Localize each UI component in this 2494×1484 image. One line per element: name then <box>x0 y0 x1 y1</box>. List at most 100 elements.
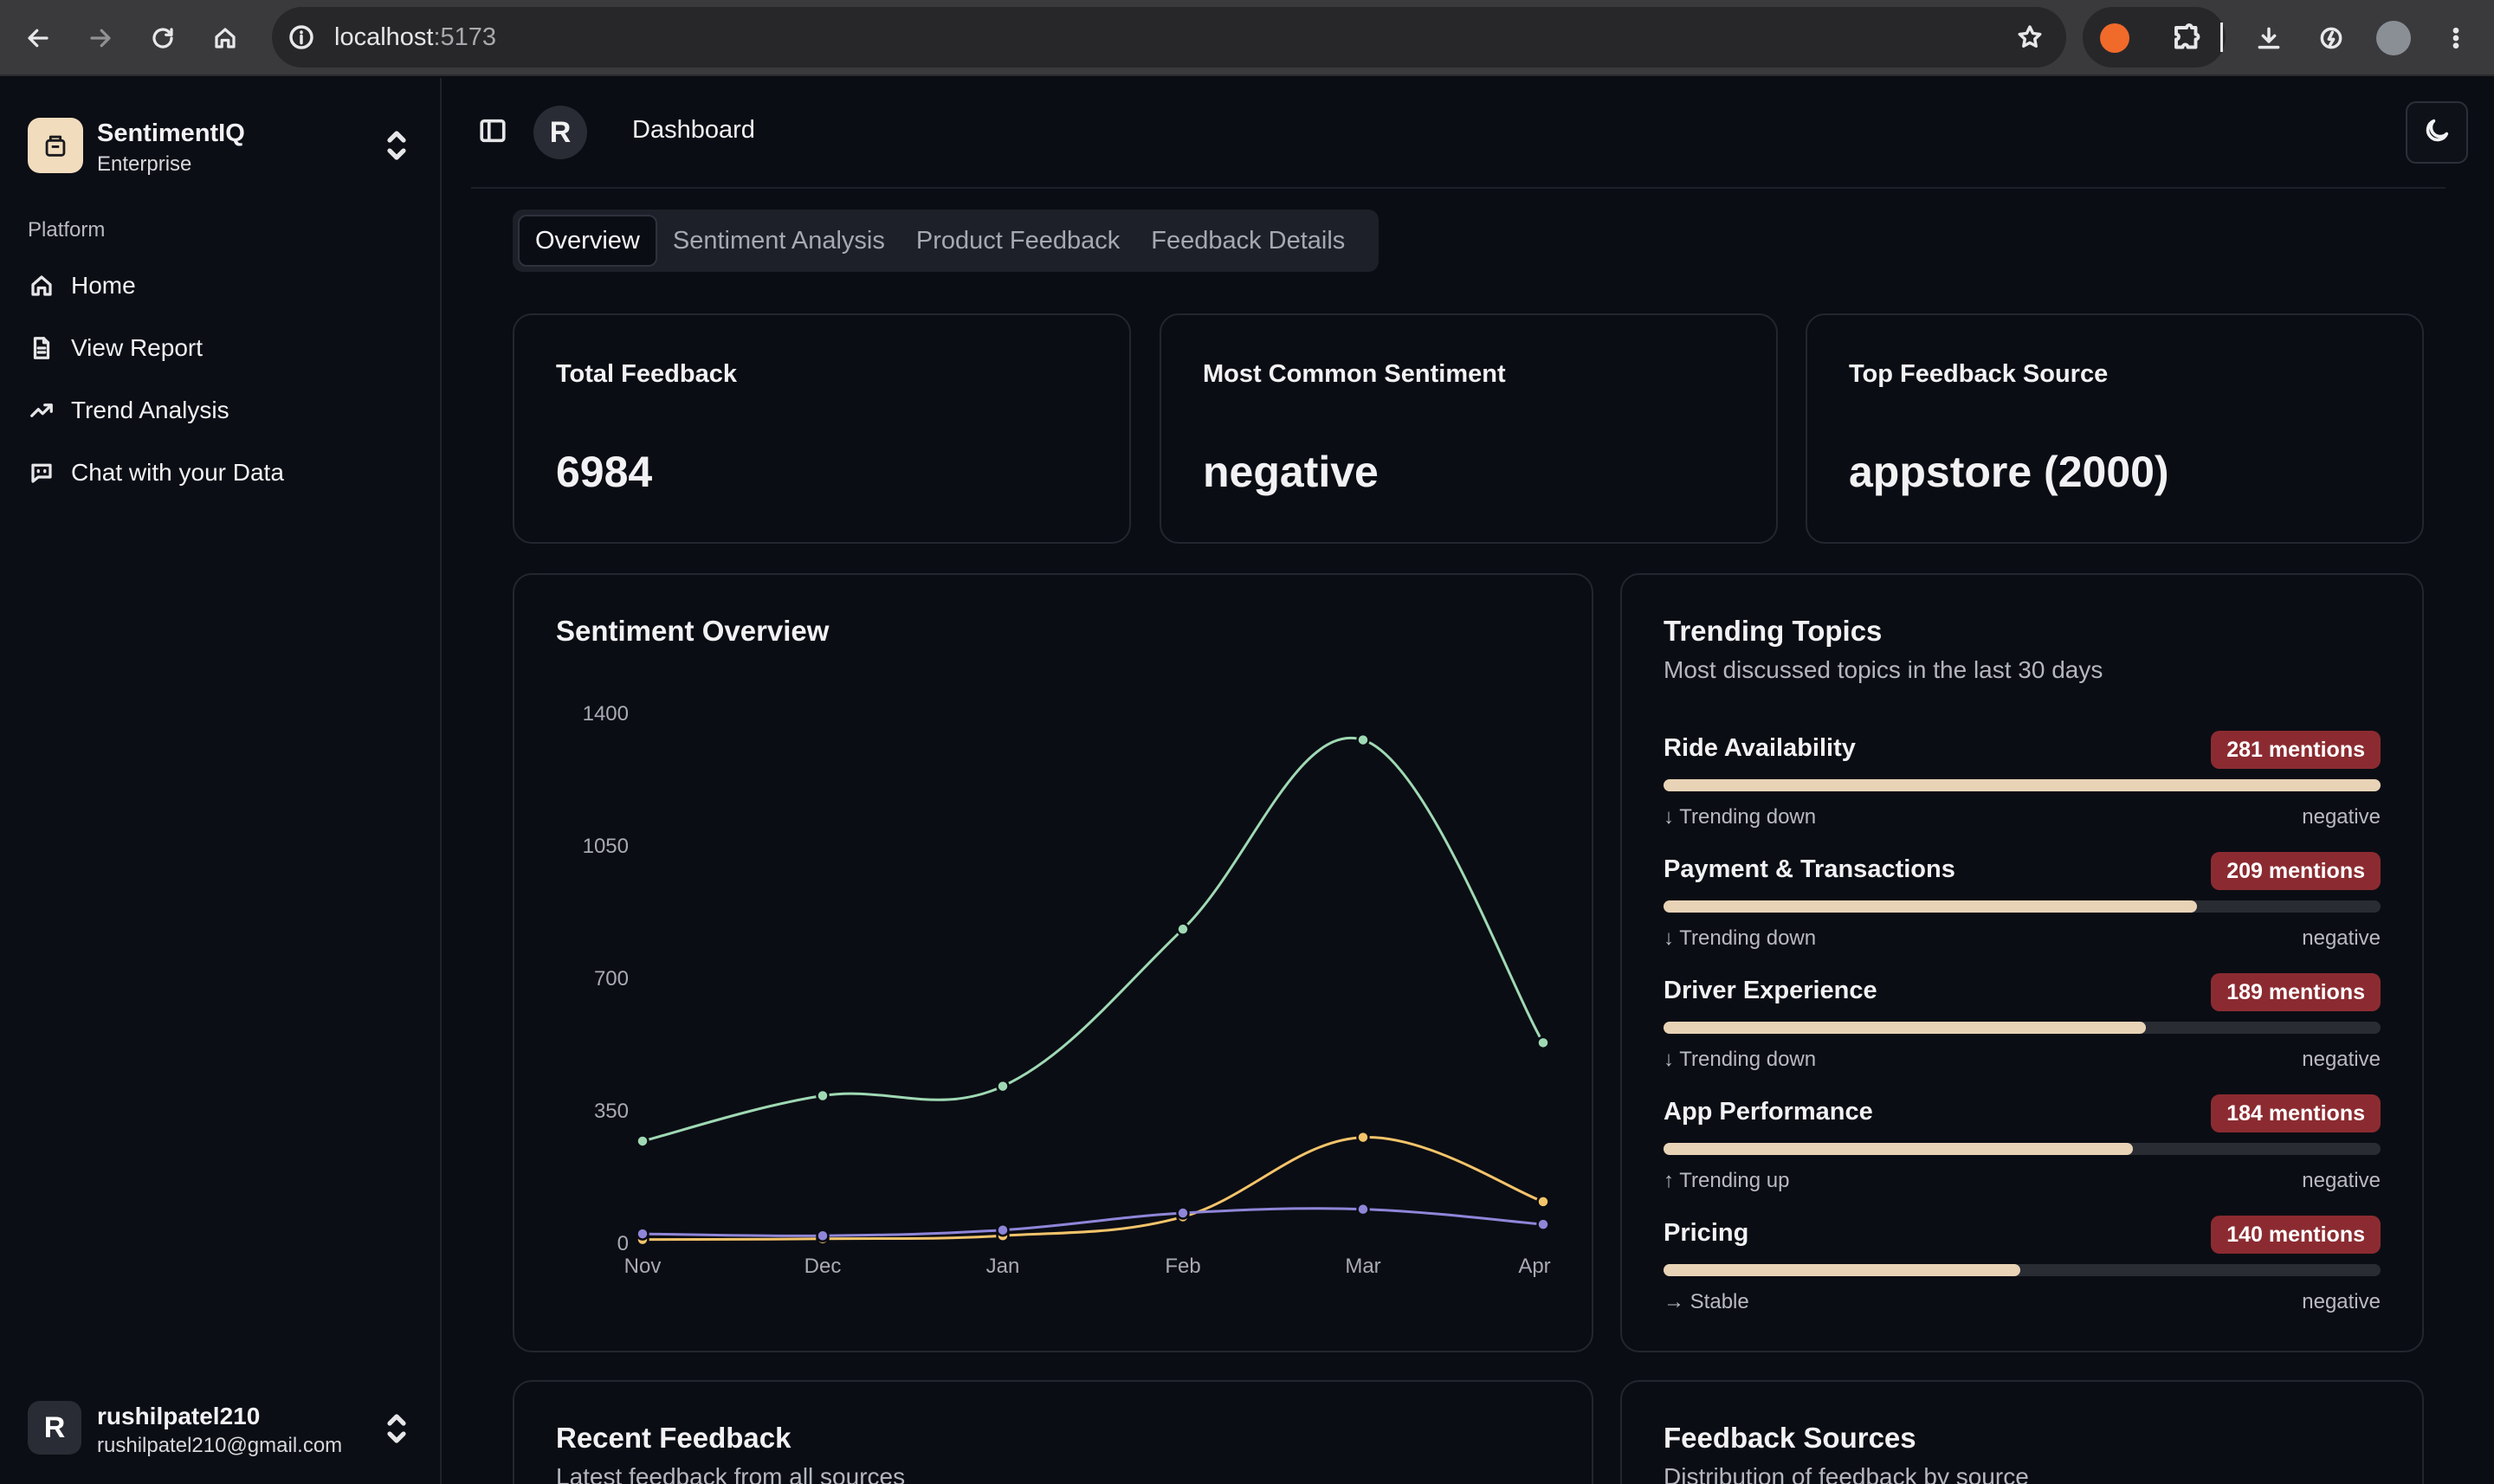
stat-label: Most Common Sentiment <box>1203 360 1506 388</box>
header-avatar[interactable]: R <box>533 106 587 159</box>
stat-value: negative <box>1203 448 1379 496</box>
sidebar-item-label: Chat with your Data <box>71 459 284 486</box>
sidebar-item-trend-analysis[interactable]: Trend Analysis <box>16 384 426 436</box>
forward-icon[interactable] <box>80 17 121 59</box>
y-tick-label: 1050 <box>583 835 629 858</box>
brand-plan: Enterprise <box>97 152 192 176</box>
brand-name: SentimentIQ <box>97 119 245 147</box>
performance-icon[interactable] <box>2310 17 2352 59</box>
sidebar-toggle-icon[interactable] <box>478 116 509 147</box>
sidebar-item-label: Trend Analysis <box>71 397 229 423</box>
topic-row: Pricing 140 mentions → Stable negative <box>1664 1216 2381 1332</box>
topic-sentiment: negative <box>2302 805 2381 829</box>
data-point <box>1356 1202 1370 1216</box>
topic-progress-track <box>1664 900 2381 913</box>
stat-label: Total Feedback <box>556 360 737 388</box>
topic-sentiment: negative <box>2302 1169 2381 1192</box>
series-line <box>642 736 1545 1143</box>
theme-toggle-button[interactable] <box>2406 101 2468 164</box>
brand-logo-icon <box>28 118 83 173</box>
user-email: rushilpatel210@gmail.com <box>97 1434 343 1457</box>
topic-name: Driver Experience <box>1664 977 1877 1004</box>
x-tick-label: Dec <box>804 1255 842 1278</box>
topic-progress-fill <box>1664 1143 2134 1155</box>
topic-row: App Performance 184 mentions ↑ Trending up… <box>1664 1094 2381 1210</box>
profile-avatar[interactable] <box>2376 21 2411 55</box>
topic-progress-fill <box>1664 779 2381 791</box>
header-divider <box>471 187 2446 189</box>
tab-sentiment-analysis[interactable]: Sentiment Analysis <box>657 215 901 267</box>
recent-feedback-card: Recent Feedback Latest feedback from all… <box>513 1380 1593 1484</box>
mentions-badge: 281 mentions <box>2211 731 2381 769</box>
tab-product-feedback[interactable]: Product Feedback <box>901 215 1135 267</box>
user-menu[interactable]: R rushilpatel210 rushilpatel210@gmail.co… <box>16 1387 426 1470</box>
extension-icon[interactable] <box>2100 23 2129 53</box>
home-page-icon[interactable] <box>204 17 246 59</box>
site-info-icon[interactable] <box>288 23 315 51</box>
user-name: rushilpatel210 <box>97 1403 261 1429</box>
series-line <box>642 1136 1544 1242</box>
topic-name: Ride Availability <box>1664 734 1856 762</box>
menu-dots-icon[interactable] <box>2435 17 2477 59</box>
team-switcher[interactable]: SentimentIQ Enterprise <box>28 107 417 184</box>
topic-progress-fill <box>1664 1264 2021 1276</box>
sidebar: SentimentIQ Enterprise Platform Home Vie… <box>0 78 442 1484</box>
data-point <box>816 1229 830 1243</box>
sidebar-section-label: Platform <box>28 218 106 242</box>
puzzle-icon[interactable] <box>2171 23 2202 54</box>
y-tick-label: 700 <box>594 967 629 990</box>
data-point <box>1356 732 1370 747</box>
data-point <box>1536 1036 1550 1050</box>
data-point <box>1176 1206 1190 1220</box>
chevrons-up-down-icon <box>384 130 409 161</box>
browser-toolbar: localhost:5173 <box>0 0 2494 76</box>
data-point <box>996 1079 1010 1094</box>
data-point <box>1356 1130 1370 1145</box>
stat-label: Top Feedback Source <box>1849 360 2109 388</box>
download-icon[interactable] <box>2248 17 2290 59</box>
card-subtitle: Latest feedback from all sources <box>556 1463 906 1484</box>
mentions-badge: 140 mentions <box>2211 1216 2381 1254</box>
topic-trend: ↓ Trending down <box>1664 805 1817 829</box>
card-title: Feedback Sources <box>1664 1422 1916 1454</box>
sidebar-item-chat[interactable]: Chat with your Data <box>16 447 426 499</box>
data-point <box>1536 1195 1550 1209</box>
moon-icon <box>2422 116 2452 150</box>
sidebar-item-view-report[interactable]: View Report <box>16 322 426 374</box>
topic-name: Pricing <box>1664 1219 1749 1247</box>
reload-icon[interactable] <box>142 17 184 59</box>
topic-progress-fill <box>1664 900 2198 913</box>
address-bar[interactable]: localhost:5173 <box>272 7 2066 68</box>
user-avatar: R <box>28 1401 81 1455</box>
tab-overview[interactable]: Overview <box>518 215 657 267</box>
sidebar-item-label: View Report <box>71 334 204 361</box>
x-tick-label: Apr <box>1518 1255 1550 1278</box>
sidebar-item-label: Home <box>71 272 136 299</box>
mentions-badge: 184 mentions <box>2211 1094 2381 1132</box>
topic-name: Payment & Transactions <box>1664 855 1955 883</box>
topic-name: App Performance <box>1664 1098 1873 1126</box>
stat-value: 6984 <box>556 448 653 496</box>
data-point <box>1536 1217 1550 1231</box>
topic-sentiment: negative <box>2302 1290 2381 1313</box>
message-bot-icon <box>28 459 55 487</box>
home-icon <box>28 272 55 300</box>
stat-card-common-sentiment: Most Common Sentiment negative <box>1160 313 1778 544</box>
topic-trend: ↑ Trending up <box>1664 1169 1790 1192</box>
mentions-badge: 189 mentions <box>2211 973 2381 1011</box>
topic-progress-track <box>1664 1143 2381 1155</box>
topic-row: Payment & Transactions 209 mentions ↓ Tren… <box>1664 852 2381 968</box>
back-icon[interactable] <box>17 17 59 59</box>
page-header: R Dashboard <box>443 78 2494 189</box>
x-tick-label: Jan <box>986 1255 1020 1278</box>
card-subtitle: Most discussed topics in the last 30 day… <box>1664 656 2103 683</box>
card-title: Trending Topics <box>1664 615 1883 647</box>
data-point <box>636 1134 649 1148</box>
y-tick-label: 350 <box>594 1100 629 1123</box>
x-tick-label: Nov <box>624 1255 662 1278</box>
x-tick-label: Mar <box>1345 1255 1380 1278</box>
sidebar-item-home[interactable]: Home <box>16 260 426 312</box>
url-text: localhost:5173 <box>334 23 497 51</box>
bookmark-star-icon[interactable] <box>2016 23 2044 51</box>
tab-feedback-details[interactable]: Feedback Details <box>1135 215 1360 267</box>
